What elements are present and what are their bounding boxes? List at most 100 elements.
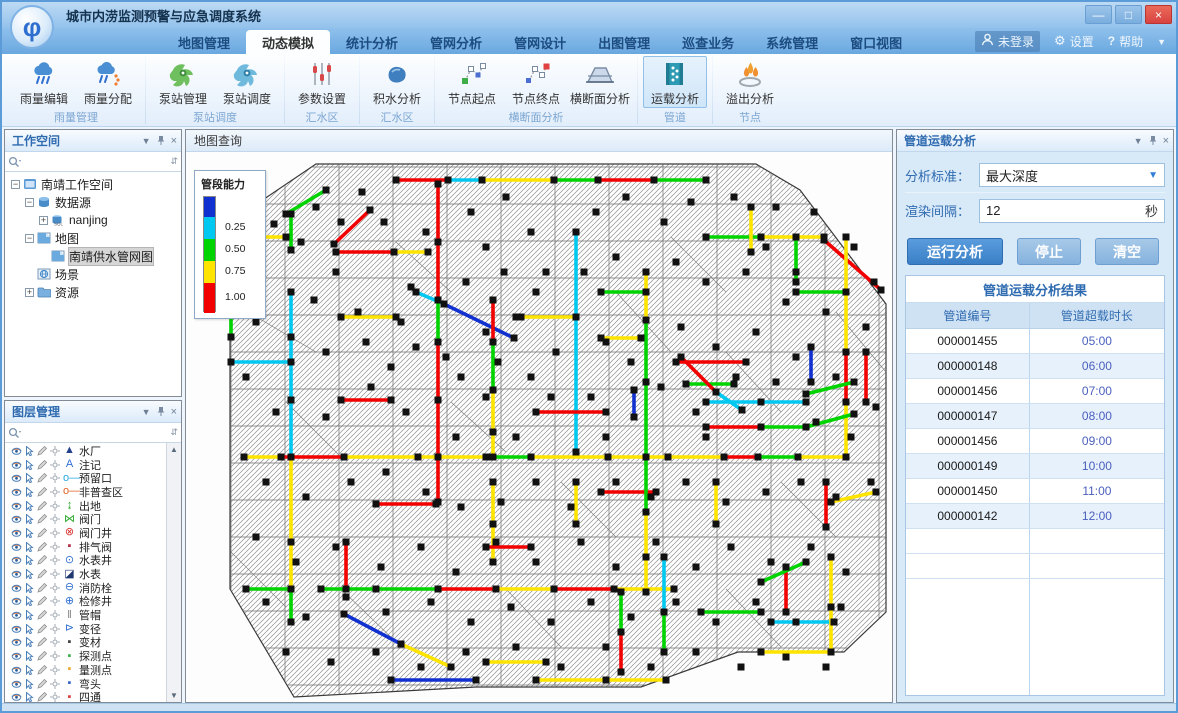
edit-pencil-icon[interactable] <box>37 596 47 606</box>
layers-search-input[interactable] <box>25 425 167 441</box>
select-cursor-icon[interactable] <box>25 473 34 483</box>
select-cursor-icon[interactable] <box>25 569 34 579</box>
snap-crosshair-icon[interactable] <box>50 583 60 593</box>
minimize-button[interactable]: — <box>1085 5 1112 24</box>
menu-tab-统计分析[interactable]: 统计分析 <box>330 30 414 54</box>
select-cursor-icon[interactable] <box>25 555 34 565</box>
ribbon-button-运载分析[interactable]: 运载分析 <box>643 56 707 108</box>
select-cursor-icon[interactable] <box>25 460 34 470</box>
edit-pencil-icon[interactable] <box>37 501 47 511</box>
result-row-000000142[interactable]: 00000014212:00 <box>906 504 1164 529</box>
collapse-expander-icon[interactable]: − <box>25 234 34 243</box>
edit-pencil-icon[interactable] <box>37 610 47 620</box>
menu-tab-窗口视图[interactable]: 窗口视图 <box>834 30 918 54</box>
panel-collapse-icon[interactable]: ▼ <box>142 407 151 417</box>
panel-pin-icon[interactable] <box>1149 135 1157 147</box>
select-cursor-icon[interactable] <box>25 542 34 552</box>
criteria-dropdown[interactable]: 最大深度 ▼ <box>979 163 1165 187</box>
ribbon-button-节点起点[interactable]: 节点起点 <box>440 56 504 108</box>
edit-pencil-icon[interactable] <box>37 692 47 702</box>
edit-pencil-icon[interactable] <box>37 514 47 524</box>
expand-expander-icon[interactable]: + <box>39 216 48 225</box>
edit-pencil-icon[interactable] <box>37 665 47 675</box>
maximize-button[interactable]: □ <box>1115 5 1142 24</box>
visibility-eye-icon[interactable] <box>11 501 22 511</box>
edit-pencil-icon[interactable] <box>37 569 47 579</box>
select-cursor-icon[interactable] <box>25 637 34 647</box>
snap-crosshair-icon[interactable] <box>50 610 60 620</box>
visibility-eye-icon[interactable] <box>11 460 22 470</box>
select-cursor-icon[interactable] <box>25 692 34 702</box>
visibility-eye-icon[interactable] <box>11 487 22 497</box>
visibility-eye-icon[interactable] <box>11 473 22 483</box>
visibility-eye-icon[interactable] <box>11 665 22 675</box>
menu-tab-巡查业务[interactable]: 巡查业务 <box>666 30 750 54</box>
result-row-000000147[interactable]: 00000014708:00 <box>906 404 1164 429</box>
snap-crosshair-icon[interactable] <box>50 665 60 675</box>
visibility-eye-icon[interactable] <box>11 624 22 634</box>
visibility-eye-icon[interactable] <box>11 679 22 689</box>
select-cursor-icon[interactable] <box>25 679 34 689</box>
snap-crosshair-icon[interactable] <box>50 692 60 702</box>
pipe-network-map[interactable] <box>186 152 892 702</box>
visibility-eye-icon[interactable] <box>11 528 22 538</box>
snap-crosshair-icon[interactable] <box>50 542 60 552</box>
search-options-icon[interactable]: ⇵ <box>170 427 178 438</box>
map-tab-title[interactable]: 地图查询 <box>186 130 892 152</box>
visibility-eye-icon[interactable] <box>11 569 22 579</box>
ribbon-button-节点终点[interactable]: 节点终点 <box>504 56 568 108</box>
edit-pencil-icon[interactable] <box>37 487 47 497</box>
select-cursor-icon[interactable] <box>25 624 34 634</box>
clear-button[interactable]: 清空 <box>1095 238 1159 265</box>
workspace-search-input[interactable] <box>25 154 167 170</box>
search-options-icon[interactable]: ⇵ <box>170 156 178 167</box>
visibility-eye-icon[interactable] <box>11 555 22 565</box>
tree-item-场景[interactable]: 场景 <box>5 265 181 283</box>
visibility-eye-icon[interactable] <box>11 542 22 552</box>
snap-crosshair-icon[interactable] <box>50 569 60 579</box>
edit-pencil-icon[interactable] <box>37 446 47 456</box>
result-row-000001456[interactable]: 00000145607:00 <box>906 379 1164 404</box>
panel-pin-icon[interactable] <box>157 406 165 418</box>
menu-gear-item[interactable]: ⚙设置 <box>1054 33 1094 50</box>
menu-tab-地图管理[interactable]: 地图管理 <box>162 30 246 54</box>
ribbon-button-雨量编辑[interactable]: 雨量编辑 <box>12 56 76 108</box>
snap-crosshair-icon[interactable] <box>50 555 60 565</box>
collapse-expander-icon[interactable]: − <box>11 180 20 189</box>
tree-item-数据源[interactable]: −数据源 <box>5 193 181 211</box>
panel-close-icon[interactable]: × <box>1163 135 1169 147</box>
edit-pencil-icon[interactable] <box>37 473 47 483</box>
result-row-000000149[interactable]: 00000014910:00 <box>906 454 1164 479</box>
chevron-down-icon[interactable]: ▼ <box>1157 34 1166 48</box>
layer-row-四通[interactable]: ▪四通 <box>5 690 166 702</box>
tree-item-资源[interactable]: +资源 <box>5 283 181 301</box>
menu-tab-系统管理[interactable]: 系统管理 <box>750 30 834 54</box>
search-icon[interactable] <box>8 156 22 168</box>
panel-close-icon[interactable]: × <box>171 406 177 418</box>
tree-item-南靖供水管网图[interactable]: 南靖供水管网图 <box>5 247 181 265</box>
menu-user-item[interactable]: 未登录 <box>975 31 1040 52</box>
run-analysis-button[interactable]: 运行分析 <box>907 238 1003 265</box>
tree-item-nanjing[interactable]: +SQLnanjing <box>5 211 181 229</box>
snap-crosshair-icon[interactable] <box>50 624 60 634</box>
ribbon-button-参数设置[interactable]: 参数设置 <box>290 56 354 108</box>
select-cursor-icon[interactable] <box>25 528 34 538</box>
search-icon[interactable] <box>8 427 22 439</box>
panel-collapse-icon[interactable]: ▼ <box>142 136 151 146</box>
edit-pencil-icon[interactable] <box>37 637 47 647</box>
snap-crosshair-icon[interactable] <box>50 679 60 689</box>
snap-crosshair-icon[interactable] <box>50 460 60 470</box>
interval-input[interactable]: 12 秒 <box>979 199 1165 223</box>
visibility-eye-icon[interactable] <box>11 651 22 661</box>
panel-close-icon[interactable]: × <box>171 135 177 147</box>
edit-pencil-icon[interactable] <box>37 542 47 552</box>
ribbon-button-泵站调度[interactable]: 泵站调度 <box>215 56 279 108</box>
layers-scrollbar[interactable]: ▲▼ <box>166 443 181 702</box>
menu-tab-出图管理[interactable]: 出图管理 <box>582 30 666 54</box>
select-cursor-icon[interactable] <box>25 651 34 661</box>
snap-crosshair-icon[interactable] <box>50 514 60 524</box>
select-cursor-icon[interactable] <box>25 583 34 593</box>
select-cursor-icon[interactable] <box>25 501 34 511</box>
result-row-000001450[interactable]: 00000145011:00 <box>906 479 1164 504</box>
ribbon-button-泵站管理[interactable]: 泵站管理 <box>151 56 215 108</box>
